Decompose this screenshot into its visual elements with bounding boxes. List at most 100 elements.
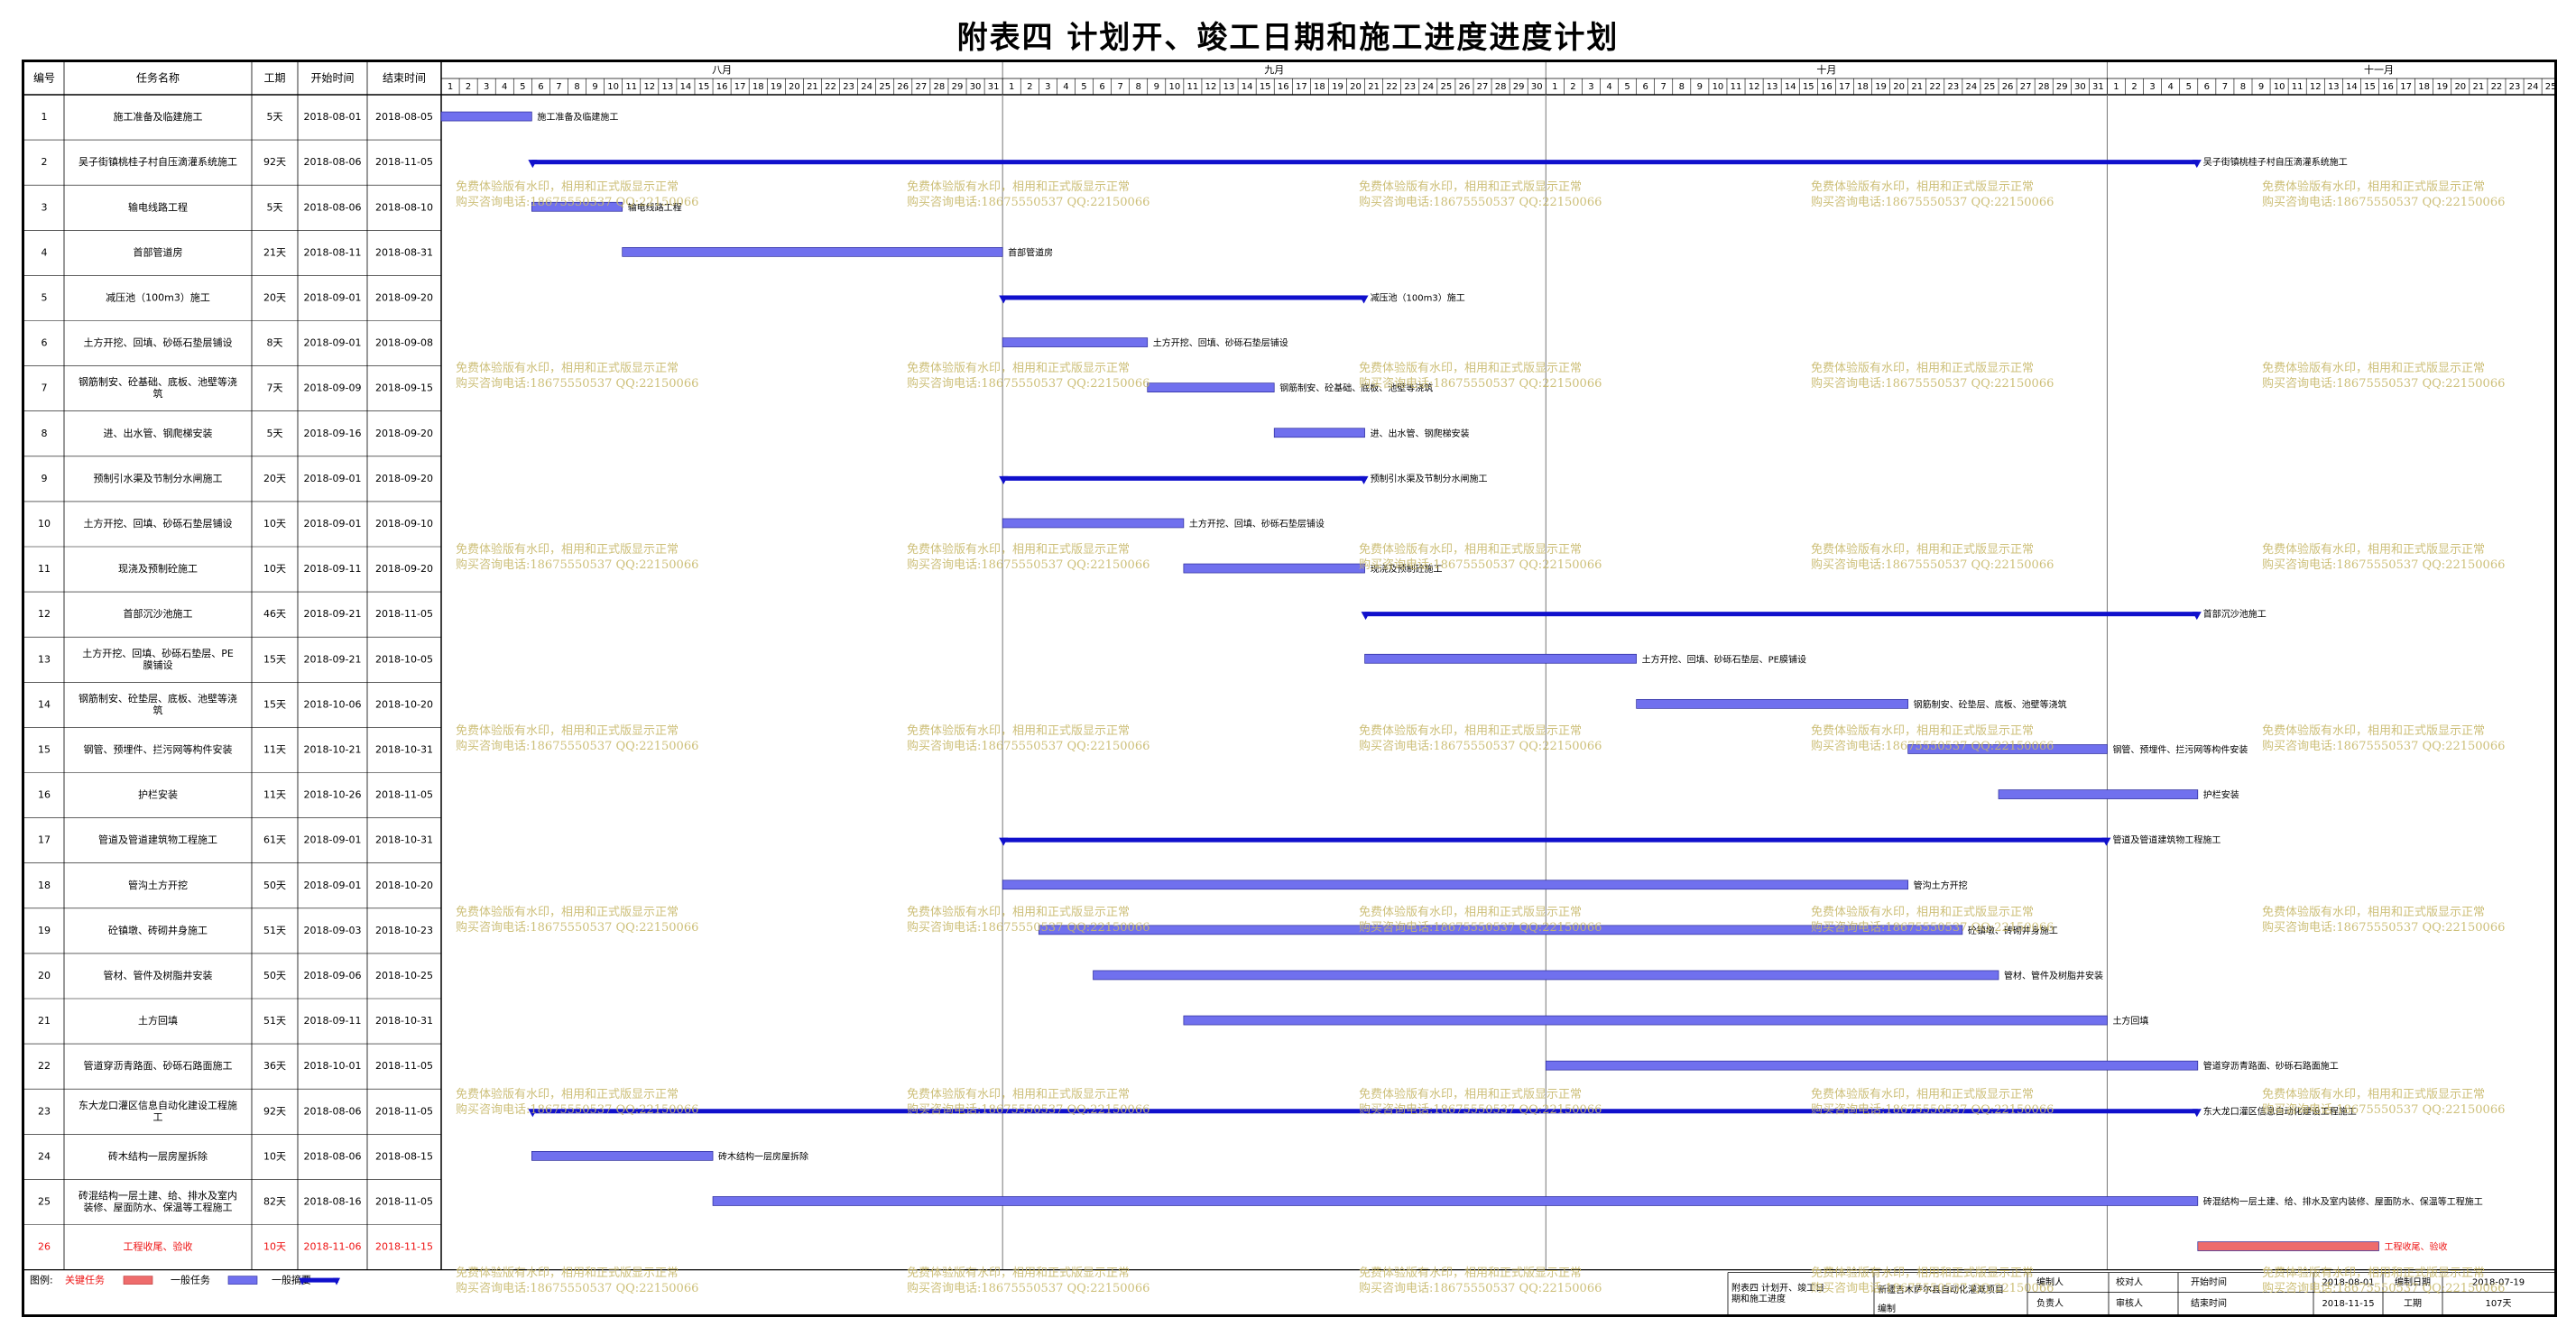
day-label: 5 bbox=[1624, 82, 1630, 92]
task-end: 2018-11-05 bbox=[375, 1195, 433, 1207]
day-label: 2 bbox=[466, 82, 471, 92]
task-duration: 5天 bbox=[267, 201, 283, 213]
day-label: 11 bbox=[625, 82, 637, 92]
day-label: 30 bbox=[2074, 82, 2086, 92]
gantt-svg: 编号 任务名称 工期 开始时间 结束时间八月 九月 十月 十一月1 2 3 4 5 6 7 8 9 10 11 12… bbox=[24, 62, 2554, 1314]
task-id: 1 bbox=[42, 111, 48, 123]
footer-compile-label: 编制 bbox=[1878, 1303, 1896, 1314]
task-duration: 51天 bbox=[263, 1015, 286, 1027]
task-name: 东大龙口灌区信息自动化建设工程施 bbox=[78, 1099, 237, 1111]
task-name: 砖混结构一层土建、给、排水及室内 bbox=[78, 1189, 237, 1202]
task-duration: 51天 bbox=[263, 925, 286, 936]
header-id: 编号 bbox=[33, 71, 55, 85]
day-label: 23 bbox=[1947, 82, 1959, 92]
day-label: 13 bbox=[1223, 82, 1235, 92]
task-id: 25 bbox=[38, 1195, 51, 1207]
day-label: 6 bbox=[2204, 82, 2210, 92]
footer-end-value: 2018-11-15 bbox=[2322, 1299, 2374, 1309]
bar-label: 施工准备及临建施工 bbox=[537, 111, 618, 123]
day-label: 18 bbox=[2418, 82, 2430, 92]
task-end: 2018-11-05 bbox=[375, 1105, 433, 1117]
bar-label: 管道穿沥青路面、砂砾石路面施工 bbox=[2203, 1060, 2339, 1072]
task-end: 2018-11-15 bbox=[375, 1241, 433, 1253]
footer-compiler-label: 编制人 bbox=[2036, 1276, 2064, 1288]
bar-label: 土方开挖、回填、砂砾石垫层铺设 bbox=[1153, 337, 1288, 349]
task-end: 2018-09-20 bbox=[375, 291, 433, 303]
day-label: 1 bbox=[2113, 82, 2119, 92]
day-label: 6 bbox=[538, 82, 543, 92]
gantt-chart: 编号 任务名称 工期 开始时间 结束时间 八月 九月 十月 十一月 1 2 3 4 5 6 7 8 9 10 11 12… bbox=[22, 60, 2557, 1317]
footer-doc-title: 附表四 计划开、竣工日 bbox=[1731, 1282, 1824, 1294]
day-label: 11 bbox=[1187, 82, 1199, 92]
header-end: 结束时间 bbox=[383, 72, 426, 85]
task-bar bbox=[1545, 1060, 2199, 1071]
task-name: 钢筋制安、砼基础、底板、池壁等浇 bbox=[78, 375, 237, 388]
footer-owner-label: 负责人 bbox=[2036, 1297, 2064, 1309]
task-id: 4 bbox=[42, 246, 48, 258]
bar-label: 首部管道房 bbox=[1008, 246, 1053, 258]
task-name: 土方开挖、回填、砂砾石垫层铺设 bbox=[84, 336, 233, 349]
task-name: 砖木结构一层房屋拆除 bbox=[108, 1149, 208, 1162]
day-label: 21 bbox=[1368, 82, 1380, 92]
task-name: 管沟土方开挖 bbox=[128, 879, 188, 891]
task-duration: 50天 bbox=[263, 970, 286, 981]
day-label: 24 bbox=[2527, 82, 2539, 92]
day-label: 8 bbox=[2240, 82, 2246, 92]
task-id: 19 bbox=[38, 925, 51, 936]
day-label: 20 bbox=[1893, 82, 1905, 92]
day-label: 29 bbox=[1513, 82, 1525, 92]
task-bar bbox=[1636, 698, 1909, 709]
task-start: 2018-09-01 bbox=[304, 880, 362, 891]
task-start: 2018-09-03 bbox=[304, 925, 362, 936]
task-end: 2018-10-20 bbox=[375, 880, 433, 891]
bar-label: 砖混结构一层土建、给、排水及室内装修、屋面防水、保温等工程施工 bbox=[2203, 1195, 2483, 1207]
bar-label: 管沟土方开挖 bbox=[1914, 880, 1968, 891]
task-duration: 10天 bbox=[263, 518, 286, 530]
day-label: 16 bbox=[1821, 82, 1833, 92]
day-label: 15 bbox=[2364, 82, 2376, 92]
task-duration: 8天 bbox=[267, 337, 283, 349]
footer-checker-label: 校对人 bbox=[2116, 1276, 2143, 1288]
task-id: 6 bbox=[42, 337, 48, 349]
day-label: 11 bbox=[1731, 82, 1742, 92]
day-label: 24 bbox=[861, 82, 873, 92]
task-start: 2018-09-11 bbox=[304, 1015, 362, 1027]
task-name: 筑 bbox=[153, 387, 163, 400]
day-label: 15 bbox=[1803, 82, 1814, 92]
task-bar bbox=[1364, 653, 1637, 664]
day-label: 22 bbox=[1386, 82, 1398, 92]
task-name: 工程收尾、验收 bbox=[124, 1240, 193, 1253]
task-name: 管道及管道建筑物工程施工 bbox=[98, 834, 217, 846]
task-start: 2018-10-01 bbox=[304, 1060, 362, 1072]
task-id: 8 bbox=[42, 428, 48, 439]
task-start: 2018-09-21 bbox=[304, 608, 362, 620]
task-bar bbox=[1093, 970, 1999, 981]
task-bar bbox=[531, 1150, 714, 1161]
task-end: 2018-10-31 bbox=[375, 1015, 433, 1027]
task-end: 2018-09-10 bbox=[375, 518, 433, 530]
day-label: 27 bbox=[2020, 82, 2032, 92]
task-duration: 10天 bbox=[263, 1150, 286, 1162]
task-id: 5 bbox=[42, 291, 48, 303]
day-label: 12 bbox=[1749, 82, 1760, 92]
task-name: 施工准备及临建施工 bbox=[114, 110, 203, 123]
task-name: 现浇及预制砼施工 bbox=[118, 563, 198, 575]
summary-bar bbox=[531, 1109, 2198, 1114]
task-duration: 20天 bbox=[263, 291, 286, 303]
task-start: 2018-08-16 bbox=[304, 1195, 362, 1207]
task-end: 2018-11-05 bbox=[375, 789, 433, 801]
day-label: 28 bbox=[2038, 82, 2050, 92]
task-duration: 21天 bbox=[263, 246, 286, 258]
footer-doc-title: 期和施工进度 bbox=[1731, 1293, 1786, 1304]
day-label: 5 bbox=[1081, 82, 1086, 92]
task-duration: 46天 bbox=[263, 608, 286, 620]
bar-label: 钢管、预埋件、拦污网等构件安装 bbox=[2112, 743, 2248, 755]
task-bar bbox=[1147, 382, 1275, 392]
task-bar bbox=[1907, 744, 2108, 754]
summary-bar bbox=[1002, 295, 1365, 300]
task-duration: 82天 bbox=[263, 1195, 286, 1207]
footer-start-value: 2018-08-01 bbox=[2322, 1278, 2374, 1288]
task-bar bbox=[440, 111, 532, 122]
task-duration: 11天 bbox=[263, 743, 286, 755]
task-id: 23 bbox=[38, 1105, 51, 1117]
